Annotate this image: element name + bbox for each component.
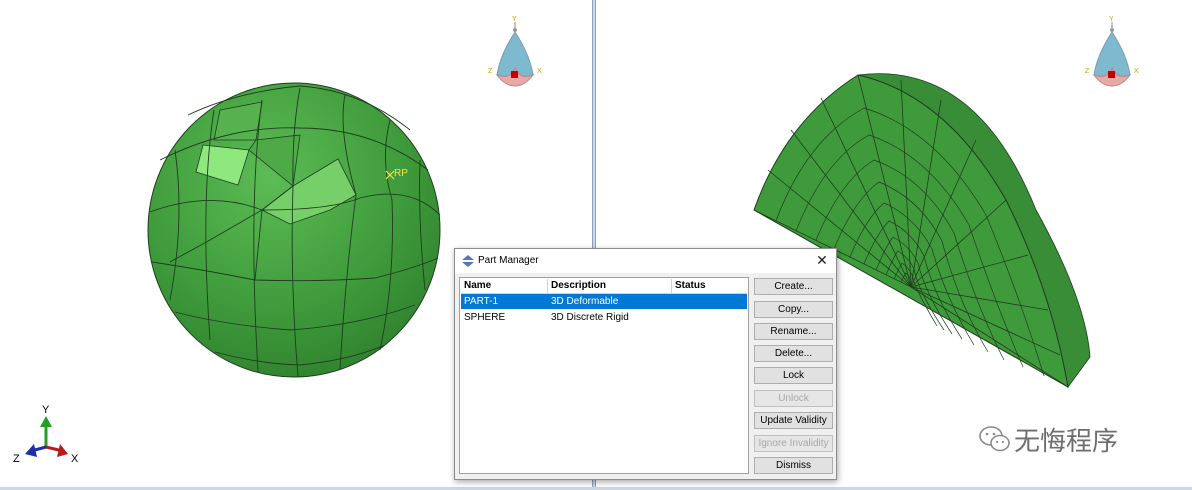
column-header-name[interactable]: Name (464, 280, 491, 291)
lock-button[interactable]: Lock (754, 367, 833, 384)
triad-x-label: X (71, 453, 79, 465)
triad-z-label: Z (13, 453, 20, 465)
column-header-description[interactable]: Description (551, 280, 606, 291)
view-cube-y-label: Y (1109, 16, 1114, 23)
dialog-titlebar[interactable]: Part Manager ✕ (455, 249, 836, 273)
create-button[interactable]: Create... (754, 278, 833, 295)
unlock-button[interactable]: Unlock (754, 390, 833, 407)
part-manager-icon (462, 255, 474, 267)
rename-button[interactable]: Rename... (754, 323, 833, 340)
row-name: SPHERE (464, 312, 506, 323)
delete-button[interactable]: Delete... (754, 345, 833, 362)
part-manager-dialog: Part Manager ✕ Name Description Status P… (454, 248, 837, 480)
view-cube-x-label: X (537, 68, 542, 75)
wechat-logo-icon (979, 426, 1010, 452)
view-cube-icon[interactable]: Y X Z (488, 16, 542, 87)
copy-button[interactable]: Copy... (754, 301, 833, 318)
close-icon[interactable]: ✕ (814, 252, 830, 268)
watermark-text: 无悔程序 (1014, 427, 1119, 457)
reference-point-label: RP (394, 168, 408, 179)
view-cube-icon[interactable]: Y X Z (1085, 16, 1139, 87)
view-cube-y-label: Y (512, 16, 517, 23)
table-header: Name Description Status (461, 279, 747, 294)
view-cube-z-label: Z (488, 68, 493, 75)
column-divider[interactable] (547, 279, 548, 293)
row-description: 3D Deformable (551, 296, 619, 307)
row-description: 3D Discrete Rigid (551, 312, 629, 323)
sphere-mesh (147, 82, 441, 378)
dismiss-button[interactable]: Dismiss (754, 457, 833, 474)
axis-triad-icon: Y X Z (13, 404, 79, 465)
column-divider[interactable] (671, 279, 672, 293)
view-cube-z-label: Z (1085, 68, 1090, 75)
update-validity-button[interactable]: Update Validity (754, 412, 833, 429)
view-cube-x-label: X (1134, 68, 1139, 75)
triad-y-label: Y (42, 404, 50, 416)
table-row[interactable]: SPHERE 3D Discrete Rigid (461, 310, 747, 325)
column-header-status[interactable]: Status (675, 280, 706, 291)
ignore-invalidity-button[interactable]: Ignore Invalidity (754, 435, 833, 452)
table-row[interactable]: PART-1 3D Deformable (461, 294, 747, 309)
parts-table[interactable]: Name Description Status PART-1 3D Deform… (459, 277, 749, 474)
row-name: PART-1 (464, 296, 499, 307)
dialog-title: Part Manager (478, 255, 539, 266)
